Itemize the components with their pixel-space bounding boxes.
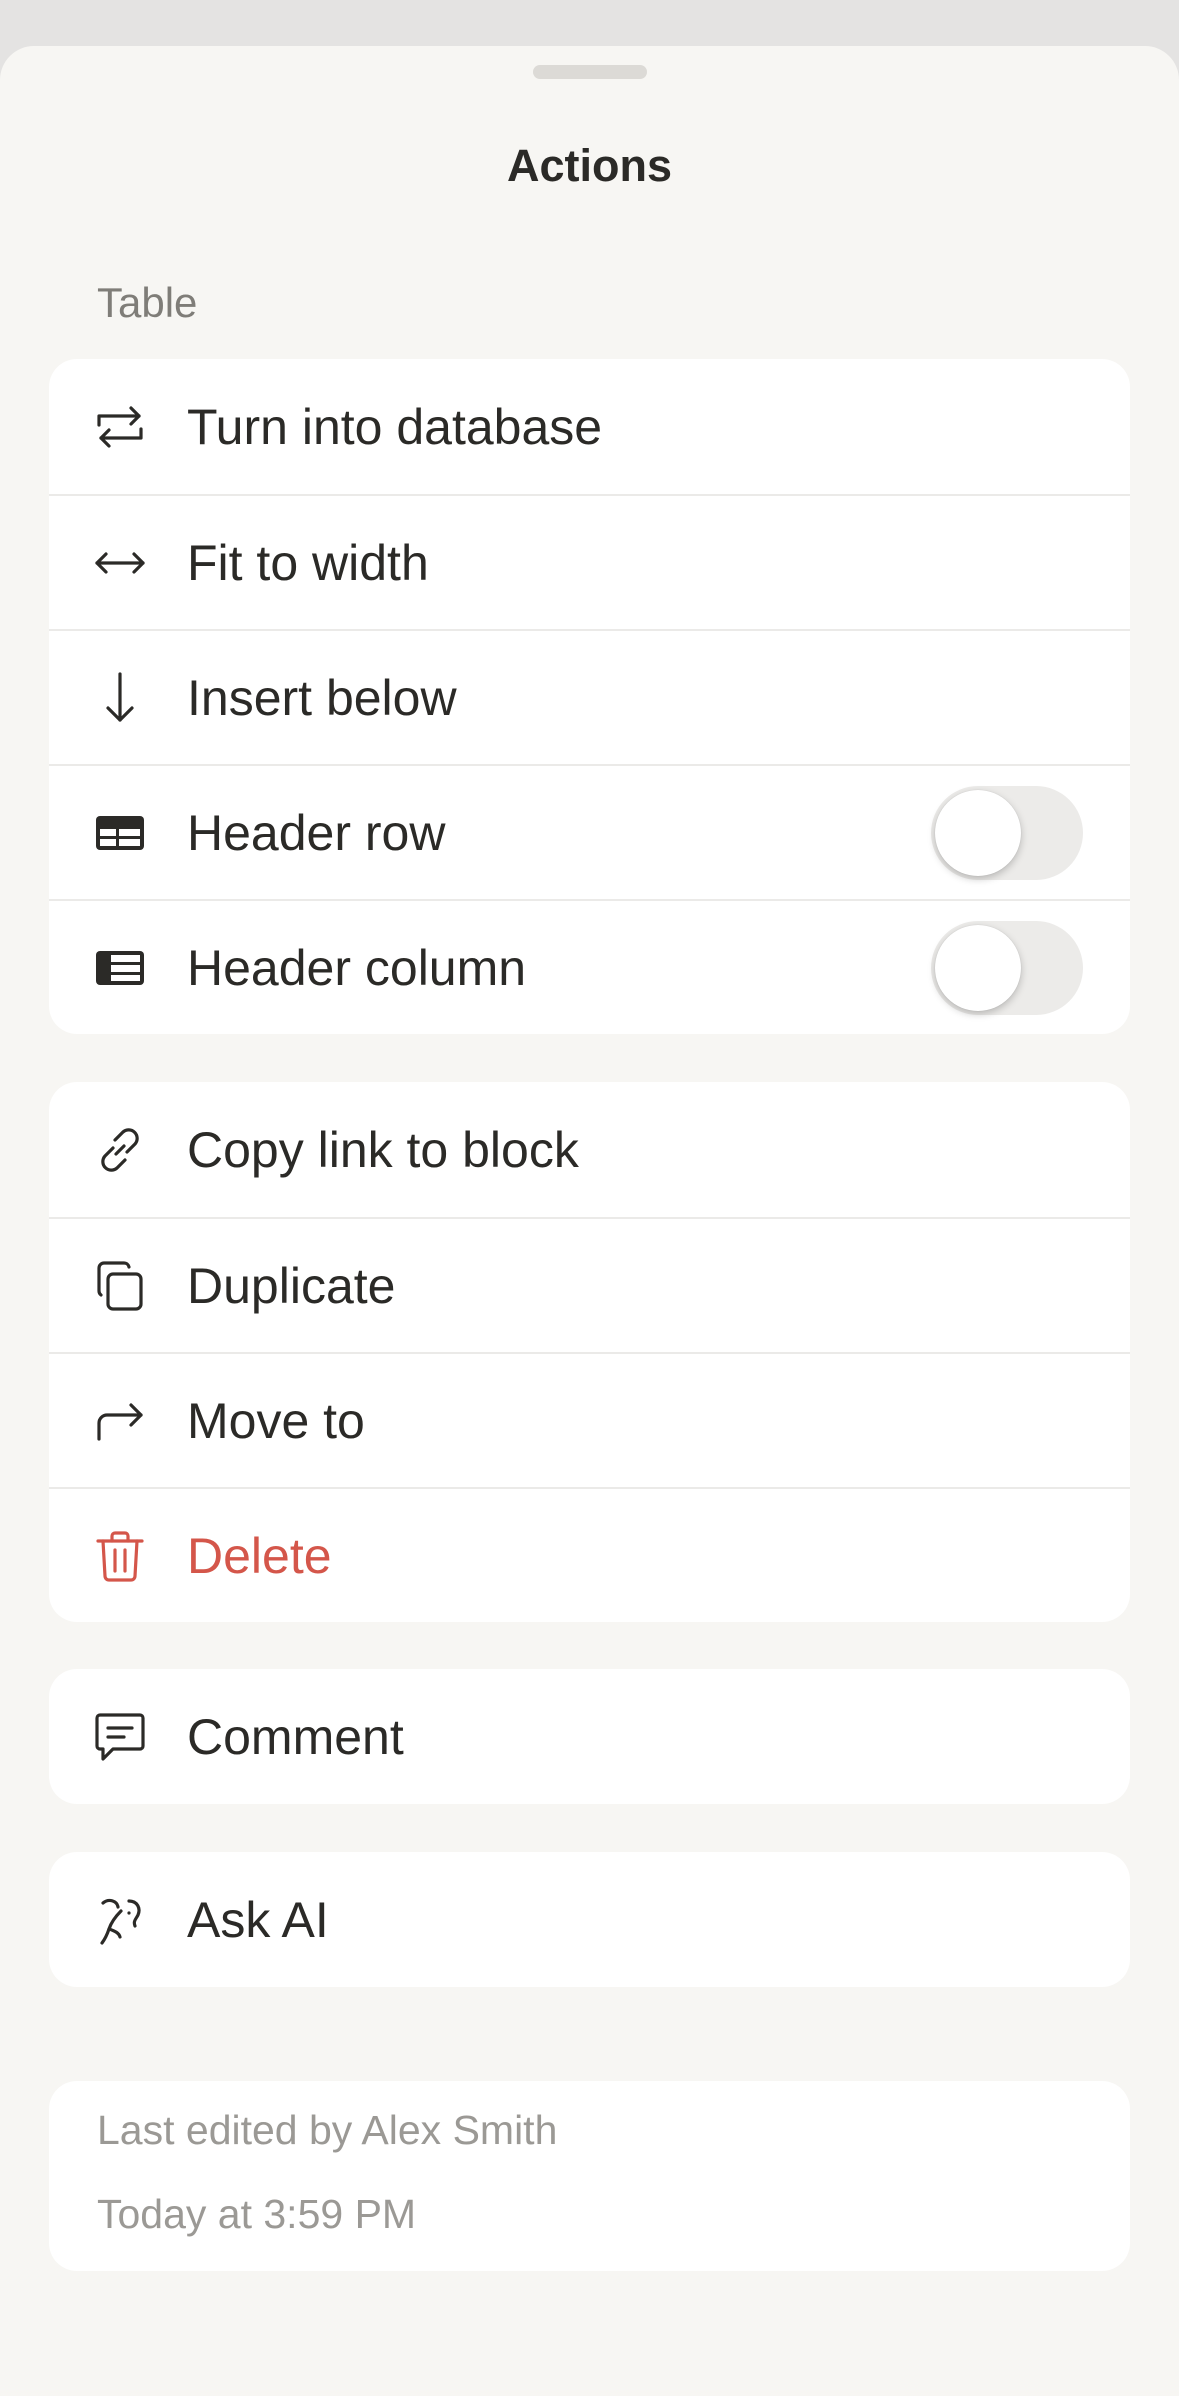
insert-below-label: Insert below xyxy=(187,669,457,726)
trash-icon xyxy=(88,1524,152,1588)
comment-label: Comment xyxy=(187,1708,404,1765)
toggle-knob xyxy=(935,924,1021,1011)
copy-link-label: Copy link to block xyxy=(187,1121,579,1178)
header-column-item[interactable]: Header column xyxy=(49,899,1130,1034)
last-edited-text: Last edited by Alex Smith xyxy=(97,2107,558,2153)
edit-info-card: Last edited by Alex Smith Today at 3:59 … xyxy=(49,2081,1130,2271)
duplicate-icon xyxy=(88,1254,152,1318)
convert-icon xyxy=(88,395,152,459)
section-label-table: Table xyxy=(97,279,198,326)
insert-below-item[interactable]: Insert below xyxy=(49,629,1130,764)
move-to-label: Move to xyxy=(187,1392,365,1449)
link-icon xyxy=(88,1118,152,1182)
block-actions-group: Copy link to block Duplicate Move to Del… xyxy=(49,1082,1130,1622)
arrows-horizontal-icon xyxy=(88,531,152,595)
turn-into-database-label: Turn into database xyxy=(187,398,603,455)
fit-to-width-label: Fit to width xyxy=(187,534,429,591)
arrow-turn-right-icon xyxy=(88,1389,152,1453)
arrow-down-icon xyxy=(88,666,152,730)
copy-link-item[interactable]: Copy link to block xyxy=(49,1082,1130,1217)
ask-ai-label: Ask AI xyxy=(187,1891,329,1948)
header-column-toggle[interactable] xyxy=(931,920,1083,1015)
duplicate-label: Duplicate xyxy=(187,1257,396,1314)
header-column-label: Header column xyxy=(187,939,527,996)
fit-to-width-item[interactable]: Fit to width xyxy=(49,494,1130,629)
delete-label: Delete xyxy=(187,1527,332,1584)
header-row-toggle[interactable] xyxy=(931,785,1083,880)
table-header-row-icon xyxy=(88,801,152,865)
actions-sheet: Actions Table Turn into database Fit to … xyxy=(0,46,1179,2396)
ask-ai-group: Ask AI xyxy=(49,1852,1130,1987)
move-to-item[interactable]: Move to xyxy=(49,1352,1130,1487)
header-row-item[interactable]: Header row xyxy=(49,764,1130,899)
comment-icon xyxy=(88,1705,152,1769)
comment-group: Comment xyxy=(49,1669,1130,1804)
sheet-grabber[interactable] xyxy=(533,65,647,79)
table-header-column-icon xyxy=(88,936,152,1000)
table-actions-group: Turn into database Fit to width Insert b… xyxy=(49,359,1130,1034)
delete-item[interactable]: Delete xyxy=(49,1487,1130,1622)
ai-face-icon xyxy=(88,1888,152,1952)
header-row-label: Header row xyxy=(187,804,446,861)
duplicate-item[interactable]: Duplicate xyxy=(49,1217,1130,1352)
edited-timestamp: Today at 3:59 PM xyxy=(97,2191,417,2237)
comment-item[interactable]: Comment xyxy=(49,1669,1130,1804)
ask-ai-item[interactable]: Ask AI xyxy=(49,1852,1130,1987)
toggle-knob xyxy=(935,789,1021,876)
sheet-title: Actions xyxy=(506,140,672,191)
turn-into-database-item[interactable]: Turn into database xyxy=(49,359,1130,494)
